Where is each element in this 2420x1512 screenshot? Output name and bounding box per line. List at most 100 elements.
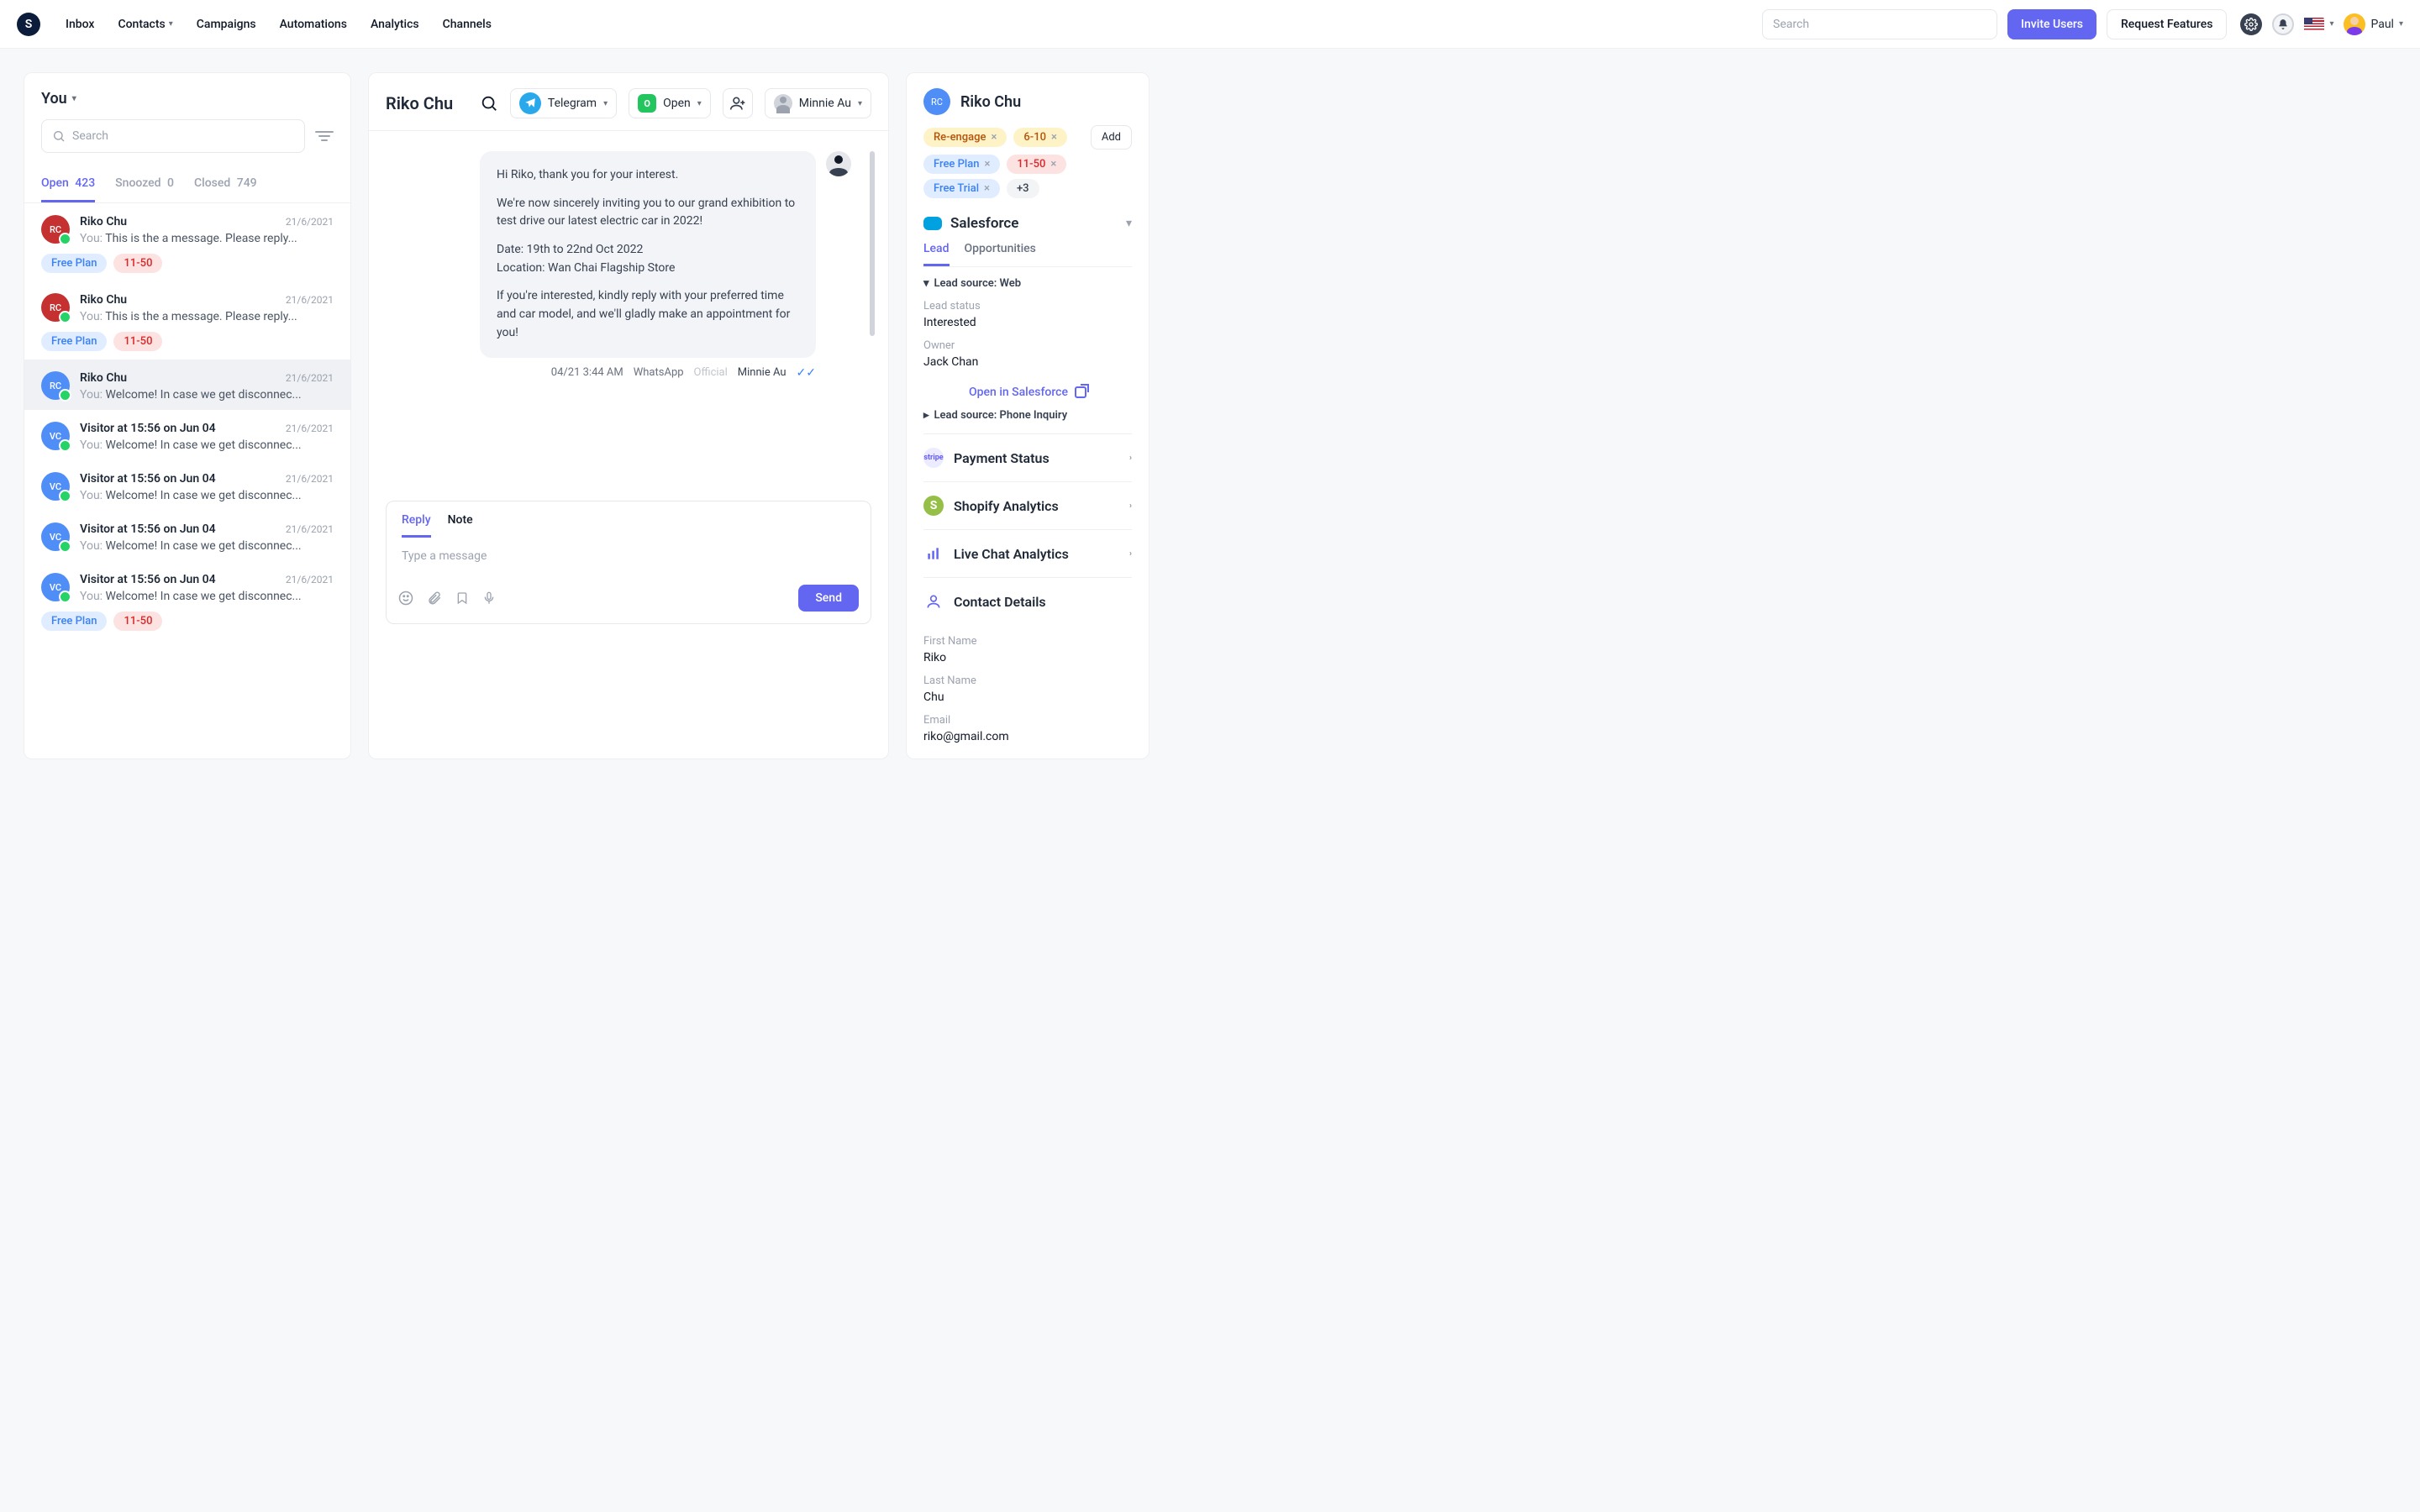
tag[interactable]: Free Plan× bbox=[923, 155, 1000, 174]
mailbox-selector[interactable]: You ▾ bbox=[41, 90, 334, 108]
search-icon[interactable] bbox=[480, 94, 498, 113]
conversation-title: Riko Chu bbox=[386, 93, 453, 113]
nav-items: Inbox Contacts ▾ Campaigns Automations A… bbox=[66, 18, 492, 31]
nav-contacts[interactable]: Contacts ▾ bbox=[118, 18, 172, 31]
message-bubble: Hi Riko, thank you for your interest. We… bbox=[480, 151, 816, 358]
conversation-item[interactable]: RC Riko Chu 21/6/2021 You: Welcome! In c… bbox=[24, 360, 350, 410]
tag[interactable]: 11-50 bbox=[113, 332, 162, 351]
locale-selector[interactable]: ▾ bbox=[2304, 18, 2333, 31]
chevron-down-icon: ▾ bbox=[169, 19, 173, 29]
nav-automations[interactable]: Automations bbox=[280, 18, 347, 31]
payment-status-section[interactable]: stripe Payment Status › bbox=[923, 433, 1132, 481]
owner-label: Owner bbox=[923, 339, 1132, 352]
nav-analytics[interactable]: Analytics bbox=[371, 18, 419, 31]
conversation-name: Riko Chu bbox=[80, 293, 127, 307]
remove-tag-icon[interactable]: × bbox=[991, 131, 997, 144]
conversation-item[interactable]: RC Riko Chu 21/6/2021 You: This is the a… bbox=[24, 281, 350, 360]
note-tab[interactable]: Note bbox=[448, 513, 473, 538]
chevron-down-icon: ▾ bbox=[1126, 217, 1132, 230]
remove-tag-icon[interactable]: × bbox=[984, 158, 990, 171]
chevron-down-icon: ▾ bbox=[697, 99, 702, 108]
conversation-date: 21/6/2021 bbox=[286, 294, 334, 306]
add-collaborator-button[interactable] bbox=[723, 88, 753, 118]
tag[interactable]: 6-10× bbox=[1013, 128, 1067, 147]
tab-closed[interactable]: Closed 749 bbox=[194, 176, 257, 202]
email-value: riko@gmail.com bbox=[923, 730, 1132, 743]
conversation-item[interactable]: RC Riko Chu 21/6/2021 You: This is the a… bbox=[24, 203, 350, 281]
reply-tab[interactable]: Reply bbox=[402, 513, 431, 538]
conversation-preview: You: Welcome! In case we get disconnec..… bbox=[80, 388, 334, 402]
tag[interactable]: Free Plan bbox=[41, 612, 107, 631]
nav-channels[interactable]: Channels bbox=[443, 18, 492, 31]
bell-icon[interactable] bbox=[2272, 13, 2294, 35]
conversation-item[interactable]: VC Visitor at 15:56 on Jun 04 21/6/2021 … bbox=[24, 561, 350, 639]
gear-icon[interactable] bbox=[2240, 13, 2262, 35]
tag[interactable]: Free Trial× bbox=[923, 179, 1000, 198]
conversation-avatar: VC bbox=[41, 472, 70, 501]
user-menu[interactable]: Paul ▾ bbox=[2344, 13, 2403, 35]
filter-icon[interactable] bbox=[315, 131, 334, 141]
conversation-preview: You: This is the a message. Please reply… bbox=[80, 232, 334, 245]
tag[interactable]: Free Plan bbox=[41, 254, 107, 273]
telegram-icon bbox=[519, 92, 541, 114]
request-features-button[interactable]: Request Features bbox=[2107, 9, 2227, 39]
chevron-down-icon: ▾ bbox=[603, 99, 608, 108]
conversation-name: Visitor at 15:56 on Jun 04 bbox=[80, 522, 216, 536]
inbox-search-placeholder: Search bbox=[72, 129, 108, 143]
send-button[interactable]: Send bbox=[798, 585, 859, 612]
whatsapp-presence-icon bbox=[59, 490, 71, 502]
read-receipt-icon: ✓✓ bbox=[797, 366, 816, 380]
conversation-item[interactable]: VC Visitor at 15:56 on Jun 04 21/6/2021 … bbox=[24, 511, 350, 561]
tag[interactable]: 11-50× bbox=[1007, 155, 1066, 174]
search-input[interactable]: Search bbox=[1762, 9, 1997, 39]
person-add-icon bbox=[729, 95, 746, 112]
channel-selector[interactable]: Telegram ▾ bbox=[510, 88, 617, 118]
assignee-selector[interactable]: Minnie Au ▾ bbox=[765, 88, 871, 118]
tag[interactable]: 11-50 bbox=[113, 612, 162, 631]
channel-label: Telegram bbox=[548, 97, 597, 110]
mic-icon[interactable] bbox=[482, 591, 496, 606]
inbox-search-input[interactable]: Search bbox=[41, 119, 305, 153]
sf-tab-opportunities[interactable]: Opportunities bbox=[965, 242, 1036, 266]
live-chat-analytics-section[interactable]: Live Chat Analytics › bbox=[923, 529, 1132, 577]
open-in-salesforce[interactable]: Open in Salesforce bbox=[923, 386, 1132, 399]
conversation-preview: You: Welcome! In case we get disconnec..… bbox=[80, 539, 334, 553]
tag[interactable]: Free Plan bbox=[41, 332, 107, 351]
reply-input[interactable]: Type a message bbox=[387, 538, 871, 578]
tag[interactable]: Re-engage× bbox=[923, 128, 1007, 147]
nav-inbox[interactable]: Inbox bbox=[66, 18, 94, 31]
logo[interactable]: S bbox=[17, 13, 40, 36]
tab-open[interactable]: Open 423 bbox=[41, 176, 95, 202]
bookmark-icon[interactable] bbox=[455, 591, 469, 606]
lead-source-phone[interactable]: ▸ Lead source: Phone Inquiry bbox=[923, 409, 1132, 422]
tag-more[interactable]: +3 bbox=[1007, 179, 1039, 198]
invite-users-button[interactable]: Invite Users bbox=[2007, 9, 2096, 39]
conversation-avatar: RC bbox=[41, 293, 70, 322]
contact-details-section[interactable]: Contact Details bbox=[923, 577, 1132, 625]
remove-tag-icon[interactable]: × bbox=[984, 182, 990, 195]
external-link-icon bbox=[1075, 386, 1086, 398]
reply-box: Reply Note Type a message Send bbox=[386, 501, 871, 624]
attachment-icon[interactable] bbox=[427, 591, 442, 606]
remove-tag-icon[interactable]: × bbox=[1050, 158, 1056, 171]
emoji-icon[interactable] bbox=[398, 591, 413, 606]
scrollbar[interactable] bbox=[870, 151, 875, 480]
whatsapp-presence-icon bbox=[59, 540, 71, 553]
remove-tag-icon[interactable]: × bbox=[1051, 131, 1057, 144]
salesforce-section[interactable]: Salesforce ▾ bbox=[923, 215, 1132, 232]
lead-source-web[interactable]: ▾ Lead source: Web bbox=[923, 277, 1132, 290]
conversation-item[interactable]: VC Visitor at 15:56 on Jun 04 21/6/2021 … bbox=[24, 410, 350, 460]
tab-snoozed[interactable]: Snoozed 0 bbox=[115, 176, 174, 202]
whatsapp-presence-icon bbox=[59, 233, 71, 245]
chevron-right-icon: ▸ bbox=[923, 409, 929, 422]
tag[interactable]: 11-50 bbox=[113, 254, 162, 273]
add-tag-button[interactable]: Add bbox=[1091, 125, 1132, 150]
shopify-analytics-section[interactable]: S Shopify Analytics › bbox=[923, 481, 1132, 529]
first-name-label: First Name bbox=[923, 635, 1132, 648]
inbox-panel: You ▾ Search Open 423 Snoozed 0 Closed bbox=[24, 72, 351, 759]
conversation-item[interactable]: VC Visitor at 15:56 on Jun 04 21/6/2021 … bbox=[24, 460, 350, 511]
nav-campaigns[interactable]: Campaigns bbox=[197, 18, 256, 31]
status-selector[interactable]: O Open ▾ bbox=[629, 88, 711, 118]
sf-tab-lead[interactable]: Lead bbox=[923, 242, 950, 266]
conversation-avatar: VC bbox=[41, 422, 70, 450]
